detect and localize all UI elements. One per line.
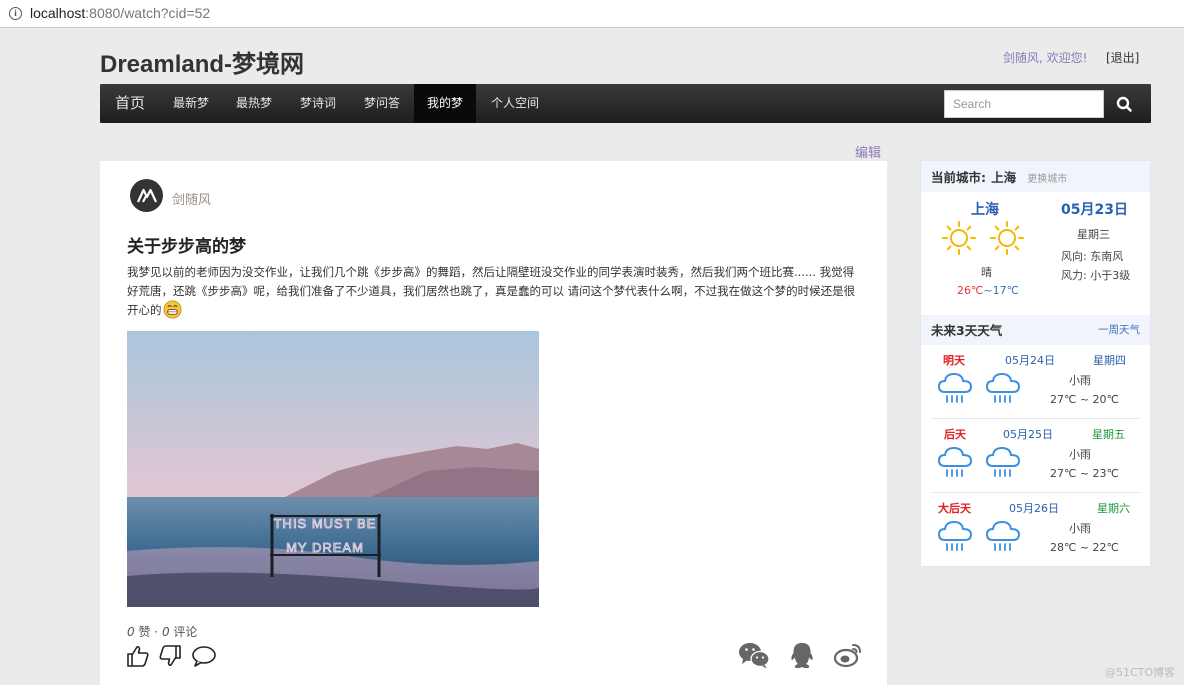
forecast-day: 后天 05月25日 星期五 小雨 27℃ ~ 23℃ [931, 419, 1140, 493]
like-count: 0 [127, 625, 135, 639]
week-weather-link[interactable]: 一周天气 [1098, 315, 1140, 345]
temp-low: 17℃ [992, 284, 1019, 297]
search-icon [1116, 96, 1132, 112]
nav-hot-dreams[interactable]: 最热梦 [222, 84, 286, 123]
logout-link[interactable]: [退出] [1106, 49, 1139, 66]
wind-direction: 风向: 东南风 [1061, 250, 1124, 263]
like-label: 赞 · [138, 625, 159, 639]
watermark: @51CTO博客 [1105, 666, 1176, 679]
post-title: 关于步步高的梦 [127, 237, 246, 257]
post-body-text: 我梦见以前的老师因为没交作业，让我们几个跳《步步高》的舞蹈，然后让隔壁班没交作业… [127, 265, 856, 317]
post-stats: 0 赞 · 0 评论 [127, 623, 197, 640]
weibo-icon[interactable] [833, 641, 863, 669]
today-temperature: 26℃~17℃ [957, 284, 1019, 297]
thumbs-up-icon[interactable] [126, 644, 150, 668]
info-icon[interactable]: i [9, 7, 22, 20]
search-button[interactable] [1110, 93, 1140, 115]
comment-icon[interactable] [191, 644, 217, 668]
thumbs-down-icon[interactable] [158, 644, 182, 668]
author-name[interactable]: 剑随风 [172, 189, 211, 208]
forecast-date: 05月25日 [1003, 428, 1053, 441]
change-city-link[interactable]: 更换城市 [1027, 174, 1067, 185]
rain-cloud-icon [985, 520, 1021, 551]
nav-home[interactable]: 首页 [100, 84, 160, 123]
forecast-list: 明天 05月24日 星期四 小雨 27℃ ~ 20℃ 后天 05月25日 星期五… [921, 345, 1150, 567]
current-city-label: 当前城市: [931, 170, 986, 185]
temp-high: 26℃ [957, 284, 984, 297]
forecast-date: 05月26日 [1009, 502, 1059, 515]
weather-city: 上海 [971, 202, 999, 218]
wechat-icon[interactable] [738, 641, 770, 669]
main-navbar: 首页 最新梦 最热梦 梦诗词 梦问答 我的梦 个人空间 Search [100, 84, 1151, 123]
weather-condition: 晴 [981, 266, 992, 279]
rain-cloud-icon [937, 446, 973, 477]
wind-force: 风力: 小于3级 [1061, 269, 1131, 282]
rain-cloud-icon [985, 446, 1021, 477]
nav-dream-poems[interactable]: 梦诗词 [286, 84, 350, 123]
author-logo-icon [137, 188, 157, 203]
forecast-temperature: 27℃ ~ 20℃ [1050, 393, 1119, 406]
temp-separator: ~ [983, 284, 993, 297]
nav-dream-qa[interactable]: 梦问答 [350, 84, 414, 123]
forecast-weekday: 星期四 [1093, 354, 1126, 367]
url-text[interactable]: localhost:8080/watch?cid=52 [30, 5, 210, 21]
browser-address-bar[interactable]: i localhost:8080/watch?cid=52 [0, 0, 1184, 28]
post-body: 我梦见以前的老师因为没交作业，让我们几个跳《步步高》的舞蹈，然后让隔壁班没交作业… [127, 263, 862, 320]
image-neon-line-1: THIS MUST BE [274, 516, 377, 531]
forecast-day: 明天 05月24日 星期四 小雨 27℃ ~ 20℃ [931, 345, 1140, 419]
welcome-user-link[interactable]: 剑随风, 欢迎您! [1003, 49, 1087, 66]
comment-count: 0 [161, 625, 170, 639]
nav-latest-dreams[interactable]: 最新梦 [160, 84, 222, 123]
nav-personal-space[interactable]: 个人空间 [476, 84, 554, 123]
forecast-relative-day: 大后天 [938, 502, 971, 515]
image-neon-line-2: MY DREAM [286, 540, 364, 555]
comment-label: 评论 [173, 625, 198, 639]
weather-weekday: 星期三 [1077, 228, 1110, 241]
weather-widget: 当前城市: 上海 更换城市 上海 05月23日 星期三 风向: 东南风 风力: … [920, 160, 1151, 567]
today-weather: 上海 05月23日 星期三 风向: 东南风 风力: 小于3级 晴 26℃~17℃ [921, 192, 1150, 315]
forecast-date: 05月24日 [1005, 354, 1055, 367]
forecast-relative-day: 后天 [944, 428, 966, 441]
current-city-header: 当前城市: 上海 更换城市 [921, 161, 1150, 192]
rain-cloud-icon [985, 372, 1021, 403]
avatar[interactable] [130, 179, 163, 212]
forecast-condition: 小雨 [1069, 374, 1091, 387]
sun-icon [942, 221, 976, 255]
forecast-title: 未来3天天气 [931, 323, 1003, 338]
site-brand[interactable]: Dreamland-梦境网 [100, 44, 304, 79]
forecast-temperature: 27℃ ~ 23℃ [1050, 467, 1119, 480]
rain-cloud-icon [937, 372, 973, 403]
edit-link[interactable]: 编辑 [855, 142, 881, 161]
forecast-relative-day: 明天 [943, 354, 965, 367]
url-host: localhost [30, 5, 86, 21]
weather-date: 05月23日 [1061, 202, 1128, 218]
nav-my-dreams[interactable]: 我的梦 [414, 84, 476, 123]
search-input[interactable]: Search [944, 90, 1104, 118]
forecast-weekday: 星期六 [1097, 502, 1130, 515]
grinning-emoji-icon [162, 300, 182, 319]
forecast-condition: 小雨 [1069, 448, 1091, 461]
qq-icon[interactable] [788, 641, 816, 671]
current-city-name: 上海 [991, 170, 1017, 185]
url-path: :8080/watch?cid=52 [85, 5, 211, 21]
forecast-temperature: 28℃ ~ 22℃ [1050, 541, 1119, 554]
forecast-condition: 小雨 [1069, 522, 1091, 535]
beach-photo: THIS MUST BE MY DREAM [127, 331, 539, 607]
sun-icon [990, 221, 1024, 255]
forecast-header: 未来3天天气 一周天气 [921, 315, 1150, 345]
forecast-weekday: 星期五 [1092, 428, 1125, 441]
dream-post-card: 剑随风 关于步步高的梦 我梦见以前的老师因为没交作业，让我们几个跳《步步高》的舞… [100, 161, 887, 685]
forecast-day: 大后天 05月26日 星期六 小雨 28℃ ~ 22℃ [931, 493, 1140, 567]
post-image: THIS MUST BE MY DREAM [127, 331, 539, 607]
rain-cloud-icon [937, 520, 973, 551]
